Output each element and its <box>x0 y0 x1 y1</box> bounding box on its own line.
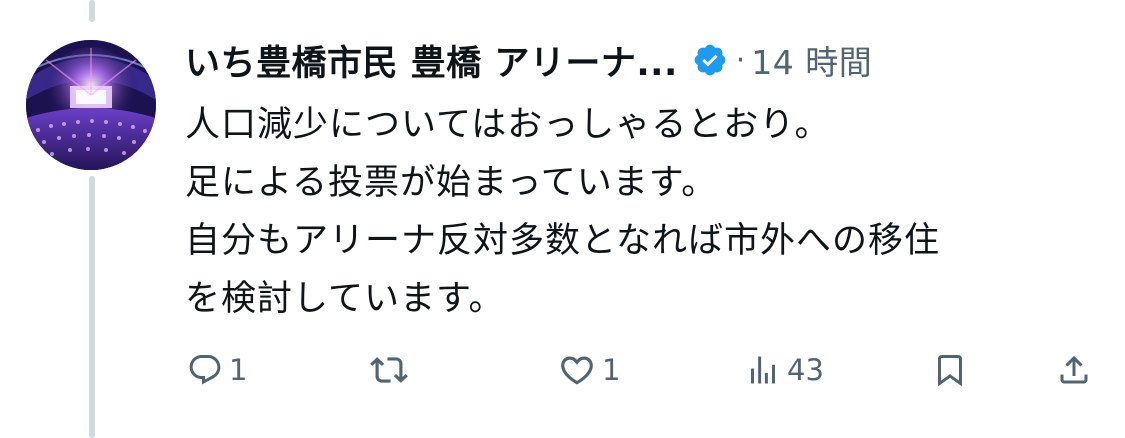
avatar-arena-image <box>26 40 156 170</box>
like-count: 1 <box>602 353 621 387</box>
bookmark-button[interactable] <box>932 345 968 395</box>
tweet-body-line: 自分もアリーナ反対多数となれば市外への移住 <box>185 221 940 261</box>
tweet-body: 人口減少についてはおっしゃるとおり。 足による投票が始まっています。 自分もアリ… <box>185 96 1105 328</box>
thread-line-bottom <box>89 176 95 438</box>
reply-button[interactable]: 1 <box>187 345 247 395</box>
tweet-header: いち豊橋市民 豊橋 アリーナ... · 14 時間 <box>185 34 872 86</box>
like-button[interactable]: 1 <box>558 345 620 395</box>
reply-icon <box>187 352 223 388</box>
avatar[interactable] <box>26 40 156 170</box>
tweet-body-line: 人口減少についてはおっしゃるとおり。 <box>185 105 831 145</box>
tweet-actions-bar: 1 1 43 <box>0 345 1125 395</box>
tweet-body-line: 足による投票が始まっています。 <box>185 163 718 203</box>
retweet-button[interactable] <box>370 345 414 395</box>
header-separator: · <box>735 42 746 78</box>
views-icon <box>745 352 781 388</box>
heart-icon <box>558 351 596 389</box>
retweet-icon <box>370 351 408 389</box>
verified-badge-icon <box>692 42 728 78</box>
share-button[interactable] <box>1056 345 1092 395</box>
share-icon <box>1056 352 1092 388</box>
views-button[interactable]: 43 <box>745 345 824 395</box>
bookmark-icon <box>932 352 968 388</box>
reply-count: 1 <box>229 353 248 387</box>
views-count: 43 <box>787 353 824 387</box>
author-name[interactable]: いち豊橋市民 豊橋 アリーナ... <box>185 35 678 86</box>
timestamp[interactable]: 14 時間 <box>751 36 872 84</box>
thread-line-top <box>89 0 95 22</box>
tweet-body-line: を検討しています。 <box>185 279 505 319</box>
